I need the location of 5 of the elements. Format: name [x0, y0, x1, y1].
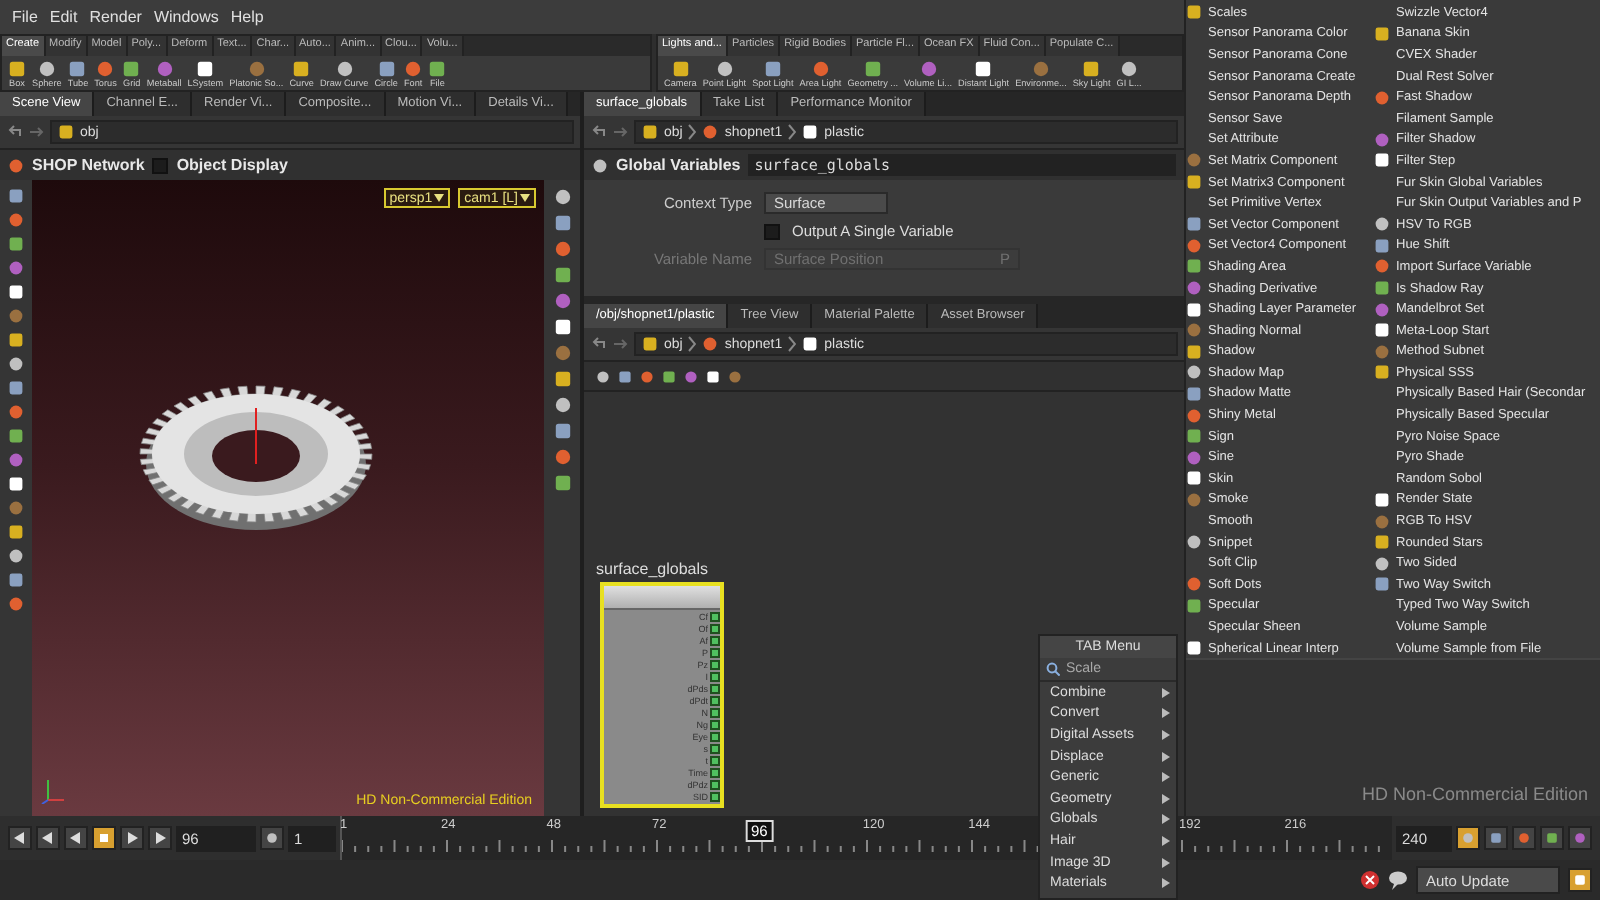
network-label: SHOP Network [32, 156, 145, 174]
node-label: surface_globals [596, 560, 709, 578]
checkbox-label: Object Display [176, 156, 288, 174]
node-type-label: Global Variables [616, 156, 741, 174]
edition-label: HD Non-Commercial Edition [1361, 784, 1588, 804]
